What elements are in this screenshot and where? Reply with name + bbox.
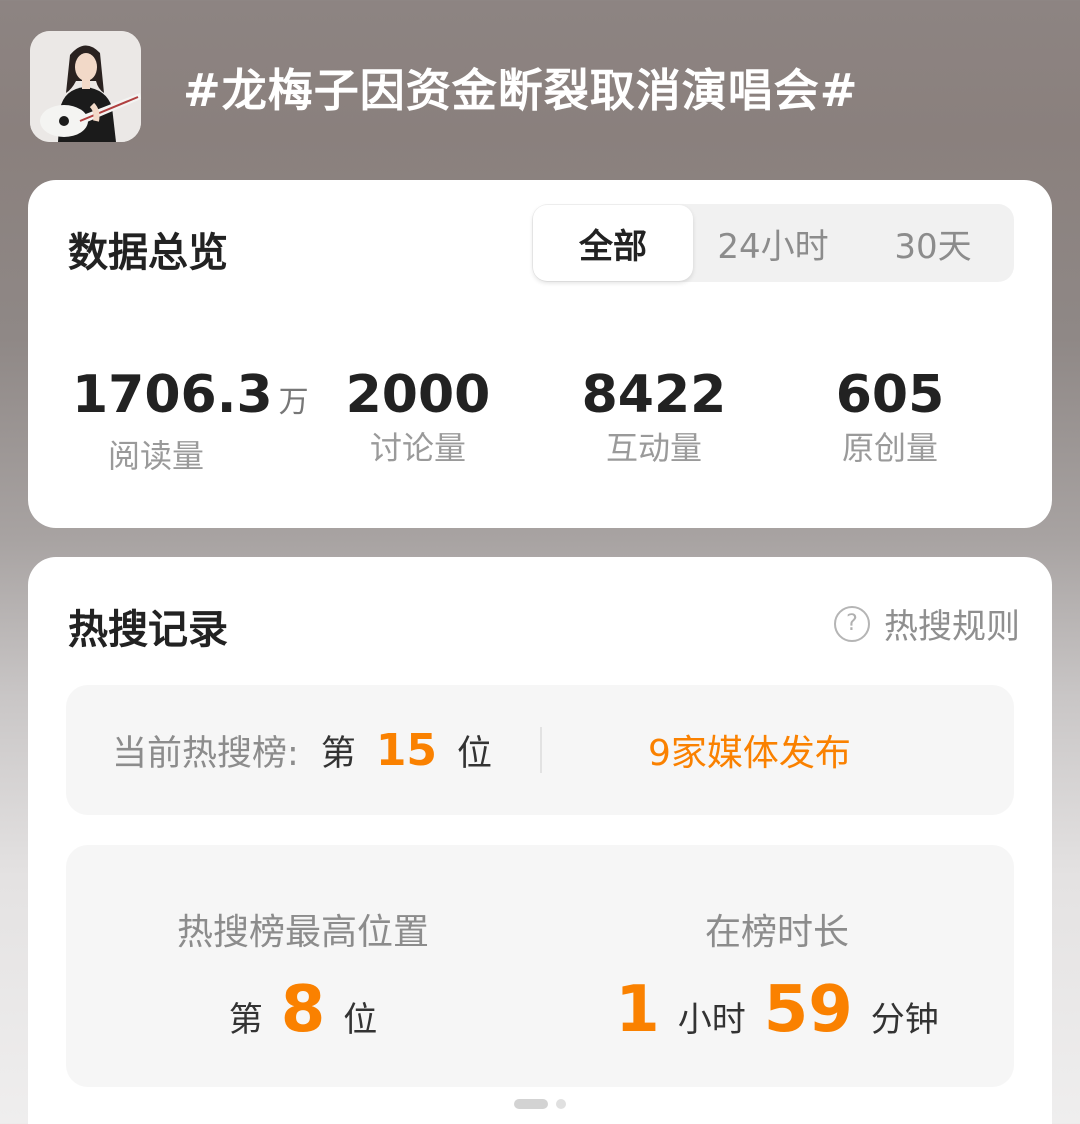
tab-all[interactable]: 全部 xyxy=(533,205,693,281)
hours-unit: 小时 xyxy=(677,1000,746,1040)
rank-prefix: 第 xyxy=(320,733,356,774)
page-dot-active xyxy=(514,1099,548,1109)
stat-value: 1706.3 万 xyxy=(72,365,309,432)
current-rank-number: 15 xyxy=(375,724,438,776)
page-dot xyxy=(556,1099,566,1109)
stat-unit: 万 xyxy=(278,385,309,420)
duration-hours: 1 xyxy=(615,973,660,1047)
stat-number: 2000 xyxy=(345,365,491,425)
hot-search-heading: 热搜记录 xyxy=(68,607,228,653)
rank-stats-panel: 热搜榜最高位置 第 8 位 在榜时长 1 小时 59 分钟 xyxy=(66,845,1014,1087)
rules-label: 热搜规则 xyxy=(884,607,1020,647)
current-rank-label: 当前热搜榜: xyxy=(112,733,299,774)
tab-30d[interactable]: 30天 xyxy=(853,205,1013,281)
peak-prefix: 第 xyxy=(228,1000,263,1040)
peak-rank-value: 第 8 位 xyxy=(66,975,540,1045)
stat-originals: 605 原创量 xyxy=(814,366,966,468)
media-publish-link[interactable]: 9家媒体发布 xyxy=(648,685,851,815)
current-rank-panel: 当前热搜榜: 第 15 位 9家媒体发布 xyxy=(66,685,1014,815)
duration-value: 1 小时 59 分钟 xyxy=(540,975,1014,1045)
stat-label: 讨论量 xyxy=(369,429,466,467)
hot-search-rules-link[interactable]: ? 热搜规则 xyxy=(834,599,1020,648)
stat-label: 阅读量 xyxy=(107,437,204,475)
stat-number: 605 xyxy=(835,365,945,425)
peak-suffix: 位 xyxy=(343,1000,378,1040)
stat-discussions: 2000 讨论量 xyxy=(342,366,494,468)
duration-block: 在榜时长 1 小时 59 分钟 xyxy=(540,845,1014,1087)
duration-label: 在榜时长 xyxy=(704,912,849,953)
topic-header: #龙梅子因资金断裂取消演唱会# xyxy=(30,30,858,142)
stat-number: 8422 xyxy=(581,365,727,425)
tab-24h[interactable]: 24小时 xyxy=(693,205,853,281)
overview-stats: 1706.3 万 阅读量 2000 讨论量 8422 互动量 605 原创量 xyxy=(28,366,1052,476)
peak-rank-label: 热搜榜最高位置 xyxy=(176,912,429,953)
stat-reads: 1706.3 万 阅读量 xyxy=(72,365,309,476)
rank-suffix: 位 xyxy=(457,733,493,774)
peak-rank-block: 热搜榜最高位置 第 8 位 xyxy=(66,845,540,1087)
page-indicator xyxy=(514,1099,566,1109)
peak-rank-number: 8 xyxy=(280,973,326,1047)
hot-search-card: 热搜记录 ? 热搜规则 当前热搜榜: 第 15 位 9家媒体发布 热搜榜最高位置… xyxy=(28,557,1052,1124)
stat-number: 1706.3 xyxy=(72,365,273,425)
stat-interactions: 8422 互动量 xyxy=(578,366,730,468)
avatar[interactable] xyxy=(30,30,141,142)
avatar-image xyxy=(30,30,141,142)
time-range-tabs: 全部 24小时 30天 xyxy=(532,204,1014,282)
duration-minutes: 59 xyxy=(763,973,853,1047)
minutes-unit: 分钟 xyxy=(870,1000,939,1040)
overview-heading: 数据总览 xyxy=(68,230,228,276)
topic-title: #龙梅子因资金断裂取消演唱会# xyxy=(183,63,859,117)
stat-label: 原创量 xyxy=(841,429,938,467)
data-overview-card: 数据总览 全部 24小时 30天 1706.3 万 阅读量 2000 讨论量 84… xyxy=(28,180,1052,528)
question-circle-icon: ? xyxy=(834,605,870,642)
current-rank: 当前热搜榜: 第 15 位 xyxy=(112,685,492,815)
stat-label: 互动量 xyxy=(605,429,702,467)
divider xyxy=(540,727,542,773)
